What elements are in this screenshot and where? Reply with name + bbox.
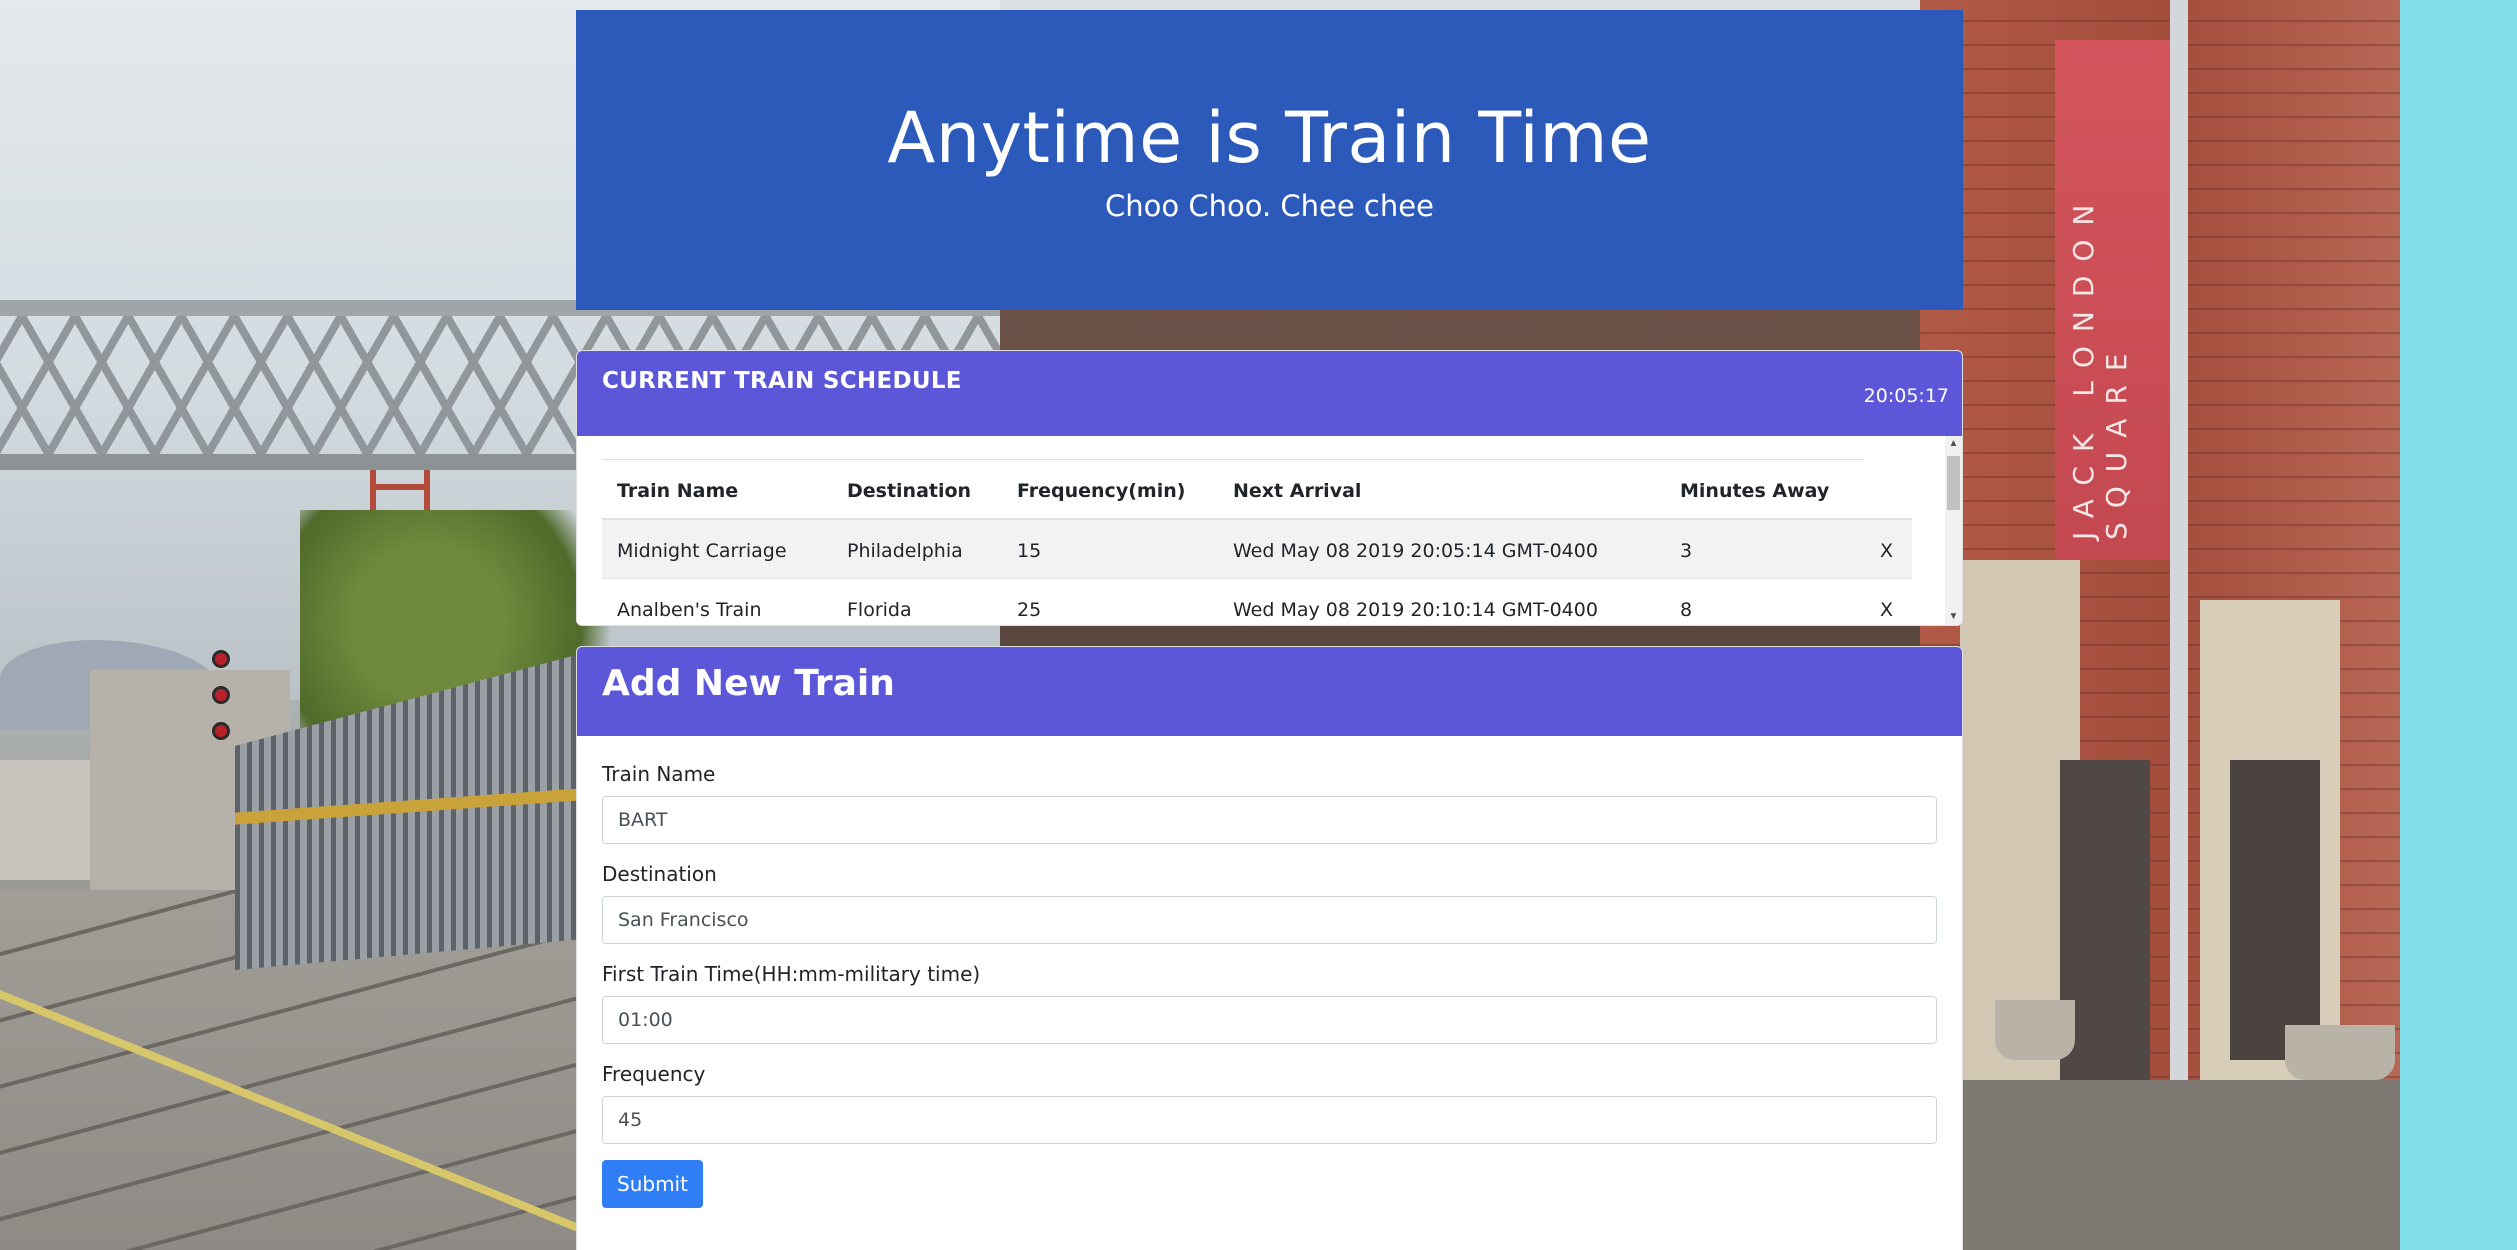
delete-row-button[interactable]: X (1865, 578, 1912, 625)
column-header-next-arrival: Next Arrival (1218, 460, 1665, 520)
form-group-train-name: Train Name (602, 762, 1937, 844)
table-row: Midnight Carriage Philadelphia 15 Wed Ma… (602, 519, 1912, 579)
page-subtitle: Choo Choo. Chee chee (1105, 189, 1434, 223)
page-title: Anytime is Train Time (887, 97, 1652, 179)
delete-row-button[interactable]: X (1865, 519, 1912, 579)
cell-next-arrival: Wed May 08 2019 20:05:14 GMT-0400 (1218, 519, 1665, 579)
cell-destination: Philadelphia (832, 519, 1002, 579)
add-train-form: Train Name Destination First Train Time(… (577, 736, 1962, 1208)
scroll-down-arrow-icon[interactable]: ▼ (1945, 611, 1962, 623)
form-group-destination: Destination (602, 862, 1937, 944)
add-train-title: Add New Train (602, 663, 895, 704)
train-name-label: Train Name (602, 762, 716, 786)
column-header-destination: Destination (832, 460, 1002, 520)
add-train-card-header: Add New Train (577, 647, 1962, 736)
schedule-table-scroll[interactable]: Train Name Destination Frequency(min) Ne… (577, 436, 1962, 625)
add-train-card: Add New Train Train Name Destination Fir… (576, 646, 1963, 1250)
jumbotron: Anytime is Train Time Choo Choo. Chee ch… (576, 10, 1963, 310)
train-name-input[interactable] (602, 796, 1937, 844)
cell-minutes-away: 3 (1665, 519, 1865, 579)
first-train-time-input[interactable] (602, 996, 1937, 1044)
destination-label: Destination (602, 862, 717, 886)
cell-frequency: 15 (1002, 519, 1218, 579)
cell-frequency: 25 (1002, 578, 1218, 625)
first-train-time-label: First Train Time(HH:mm-military time) (602, 962, 981, 986)
scroll-up-arrow-icon[interactable]: ▲ (1945, 438, 1962, 450)
main-container: Anytime is Train Time Choo Choo. Chee ch… (576, 10, 1963, 1250)
frequency-input[interactable] (602, 1096, 1937, 1144)
cell-minutes-away: 8 (1665, 578, 1865, 625)
table-header-row: Train Name Destination Frequency(min) Ne… (602, 460, 1912, 520)
submit-button[interactable]: Submit (602, 1160, 703, 1208)
table-scrollbar[interactable]: ▲ ▼ (1945, 436, 1962, 625)
lamp-pole (2170, 0, 2188, 1080)
schedule-card-header: CURRENT TRAIN SCHEDULE 20:05:17 (577, 351, 1962, 436)
planter-right (2285, 1025, 2395, 1080)
form-group-first-train-time: First Train Time(HH:mm-military time) (602, 962, 1937, 1044)
cell-train-name: Midnight Carriage (602, 519, 832, 579)
current-time: 20:05:17 (1863, 385, 1949, 407)
frequency-label: Frequency (602, 1062, 706, 1086)
cell-train-name: Analben's Train (602, 578, 832, 625)
banner-text: JACK LONDON SQUARE (2067, 190, 2133, 540)
destination-input[interactable] (602, 896, 1937, 944)
scroll-thumb[interactable] (1947, 456, 1960, 510)
schedule-card: CURRENT TRAIN SCHEDULE 20:05:17 Train Na… (576, 350, 1963, 626)
column-header-minutes-away: Minutes Away (1665, 460, 1865, 520)
column-header-frequency: Frequency(min) (1002, 460, 1218, 520)
rail-signal (212, 650, 232, 750)
planter (1995, 1000, 2075, 1060)
cell-next-arrival: Wed May 08 2019 20:10:14 GMT-0400 (1218, 578, 1665, 625)
sidewalk (1920, 1080, 2400, 1250)
column-header-delete (1865, 460, 1912, 520)
table-row: Analben's Train Florida 25 Wed May 08 20… (602, 578, 1912, 625)
schedule-table: Train Name Destination Frequency(min) Ne… (602, 460, 1912, 625)
form-group-frequency: Frequency (602, 1062, 1937, 1144)
column-header-train-name: Train Name (602, 460, 832, 520)
cell-destination: Florida (832, 578, 1002, 625)
building-door-right (2230, 760, 2320, 1060)
schedule-title: CURRENT TRAIN SCHEDULE (602, 368, 962, 394)
